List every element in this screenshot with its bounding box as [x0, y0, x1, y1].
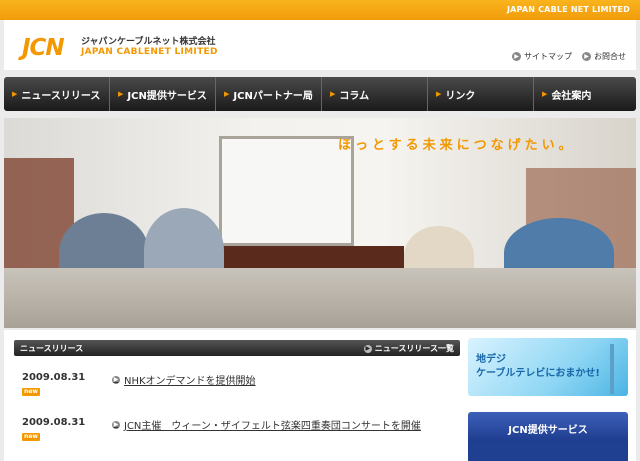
banner-line1: 地デジ [476, 354, 506, 365]
hero-image: ほっとする未来につなげたい。 [4, 118, 636, 328]
arrow-circle-icon: ▶ [512, 52, 521, 61]
triangle-icon: ▶ [542, 90, 548, 98]
news-section-header: ニュースリリース ▶ ニュースリリース一覧 [14, 340, 460, 356]
new-badge: new [22, 433, 40, 441]
header: JCN ジャパンケーブルネット株式会社 JAPAN CABLENET LIMIT… [4, 20, 636, 70]
company-name-jp: ジャパンケーブルネット株式会社 [81, 37, 216, 47]
nav-label: JCN提供サービス [127, 90, 207, 102]
sitemap-link[interactable]: ▶ サイトマップ [512, 51, 572, 62]
page: JAPAN CABLE NET LIMITED JCN ジャパンケーブルネット株… [0, 0, 640, 461]
tower-icon [610, 344, 614, 394]
banner-line2: ケーブルテレビにおまかせ! [476, 368, 600, 379]
jcn-logo[interactable]: JCN [22, 35, 65, 61]
triangle-icon: ▶ [12, 90, 18, 98]
contact-label: お問合せ [594, 52, 626, 61]
news-list-label: ニュースリリース一覧 [374, 344, 454, 353]
triangle-icon: ▶ [224, 90, 230, 98]
main-nav: ▶ ニュースリリース ▶ JCN提供サービス ▶ JCNパートナー局 ▶ コラム… [4, 77, 636, 111]
nav-label: リンク [445, 90, 476, 102]
services-panel-title: JCN提供サービス [508, 425, 588, 436]
top-bar: JAPAN CABLE NET LIMITED [0, 0, 640, 20]
nav-label: JCNパートナー局 [233, 90, 313, 102]
arrow-circle-icon: ▶ [582, 52, 591, 61]
hero-sofa [4, 268, 636, 328]
services-panel-body [468, 442, 628, 461]
new-badge: new [22, 388, 40, 396]
corporate-name: JAPAN CABLE NET LIMITED [506, 5, 630, 14]
news-date: 2009.08.31 [22, 417, 86, 428]
hero-slogan: ほっとする未来につなげたい。 [338, 138, 576, 153]
nav-label: コラム [339, 90, 370, 102]
news-title: NHKオンデマンドを提供開始 [124, 376, 256, 387]
triangle-icon: ▶ [118, 90, 124, 98]
arrow-circle-icon: ▶ [112, 420, 120, 429]
header-links: ▶ サイトマップ ▶ お問合せ [512, 51, 626, 62]
triangle-icon: ▶ [330, 90, 336, 98]
contact-link[interactable]: ▶ お問合せ [582, 51, 626, 62]
news-section-title: ニュースリリース [20, 344, 84, 353]
nav-item-links[interactable]: ▶ リンク [428, 77, 534, 111]
news-date: 2009.08.31 [22, 372, 86, 383]
arrow-circle-icon: ▶ [363, 344, 372, 353]
arrow-circle-icon: ▶ [112, 375, 120, 384]
services-panel-header: JCN提供サービス [468, 412, 628, 442]
news-title: JCN主催 ウィーン・ザイフェルト弦楽四重奏団コンサートを開催 [124, 421, 421, 432]
nav-label: ニュースリリース [21, 90, 101, 102]
nav-item-partners[interactable]: ▶ JCNパートナー局 [216, 77, 322, 111]
triangle-icon: ▶ [436, 90, 442, 98]
sitemap-label: サイトマップ [524, 52, 572, 61]
digital-tv-banner[interactable]: 地デジ ケーブルテレビにおまかせ! [468, 338, 628, 396]
news-list-link[interactable]: ▶ ニュースリリース一覧 [363, 343, 454, 354]
content-area: ニュースリリース ▶ ニュースリリース一覧 2009.08.31 new ▶ N… [4, 330, 636, 461]
news-link[interactable]: ▶ JCN主催 ウィーン・ザイフェルト弦楽四重奏団コンサートを開催 [112, 417, 421, 432]
nav-item-services[interactable]: ▶ JCN提供サービス [110, 77, 216, 111]
nav-item-news[interactable]: ▶ ニュースリリース [4, 77, 110, 111]
company-name-en: JAPAN CABLENET LIMITED [81, 47, 218, 57]
news-link[interactable]: ▶ NHKオンデマンドを提供開始 [112, 372, 256, 387]
nav-label: 会社案内 [551, 90, 592, 102]
nav-item-column[interactable]: ▶ コラム [322, 77, 428, 111]
nav-item-company[interactable]: ▶ 会社案内 [534, 77, 636, 111]
hero-tv-screen [219, 136, 354, 246]
